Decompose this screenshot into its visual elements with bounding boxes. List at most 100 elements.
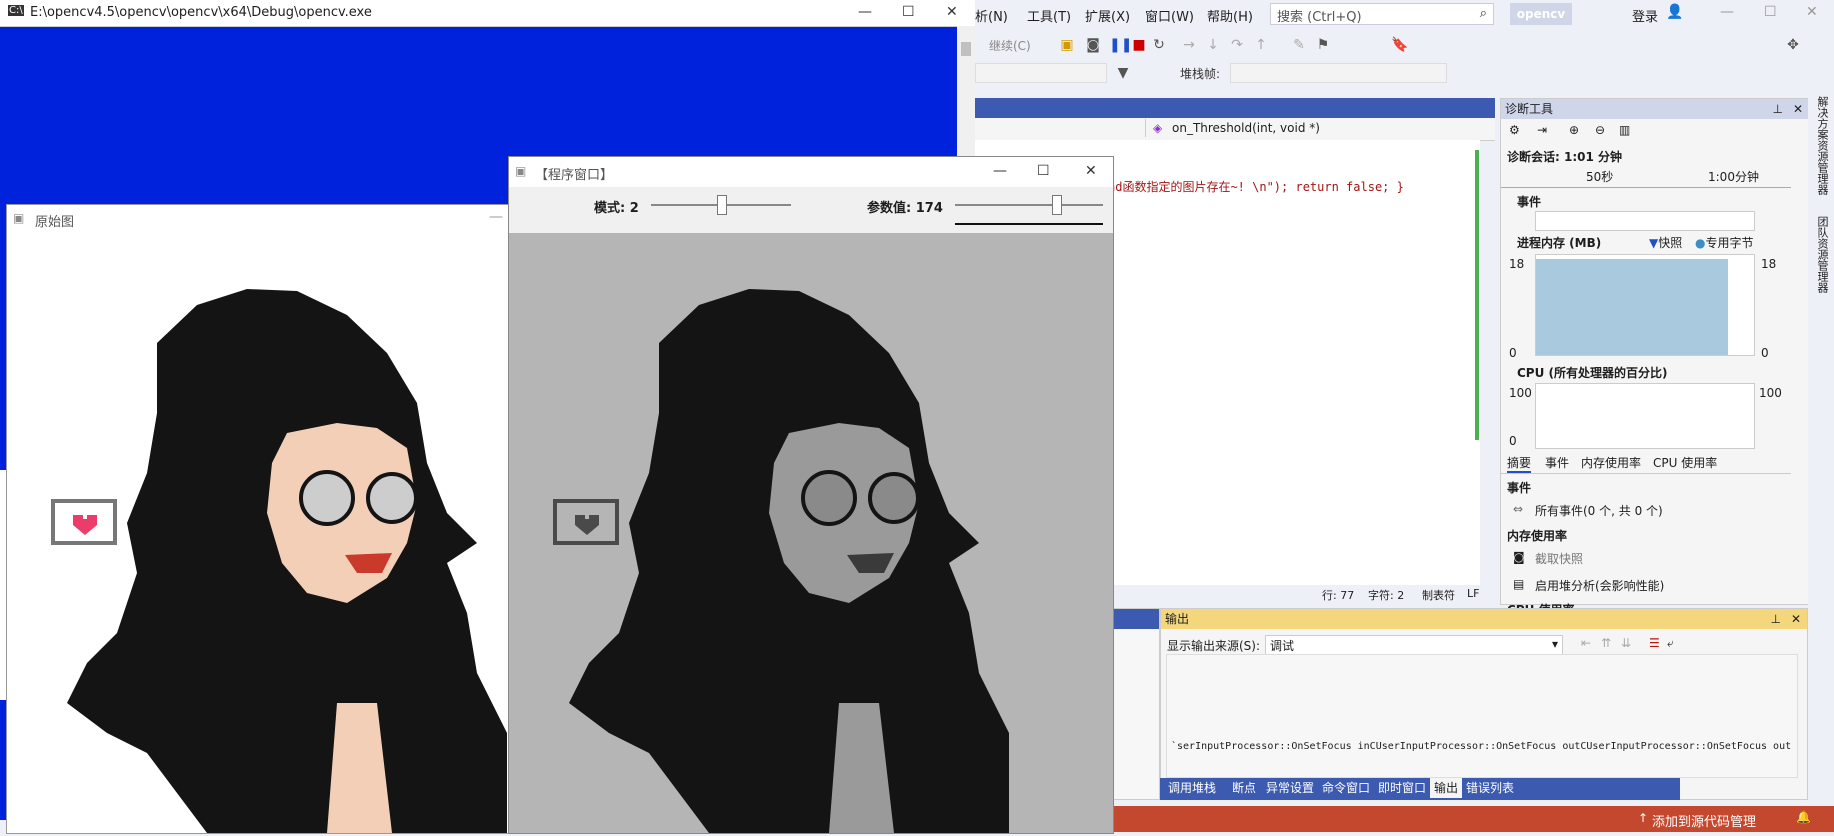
continue-button[interactable]: 继续(C) (989, 37, 1031, 54)
folder-icon[interactable]: ▣ (1059, 37, 1075, 53)
minimize-icon[interactable]: — (1720, 4, 1734, 20)
chart-icon[interactable]: ▥ (1619, 123, 1630, 137)
close-icon[interactable]: ✕ (1793, 99, 1803, 119)
search-placeholder: 搜索 (Ctrl+Q) (1277, 10, 1362, 25)
vs-search-input[interactable]: 搜索 (Ctrl+Q) ⌕ (1270, 3, 1494, 25)
editor-tab-strip (975, 98, 1495, 118)
heap-analysis-button[interactable]: 启用堆分析(会影响性能) (1535, 577, 1664, 594)
login-link[interactable]: 登录 (1632, 6, 1658, 25)
bottom-tabs: 调用堆栈 断点 异常设置 命令窗口 即时窗口 输出 错误列表 (1160, 778, 1680, 800)
pin-icon[interactable]: ✥ (1785, 37, 1801, 53)
all-events-link[interactable]: 所有事件(0 个, 共 0 个) (1535, 502, 1663, 519)
bell-icon[interactable]: 🔔 (1796, 810, 1811, 824)
original-title: 原始图 (35, 215, 75, 230)
tab-error-list[interactable]: 错误列表 (1462, 778, 1518, 798)
tab-immediate-window[interactable]: 即时窗口 (1374, 778, 1430, 798)
vs-location-toolbar: ▼ 堆栈帧: (975, 60, 1834, 86)
output-source-value: 调试 (1270, 639, 1295, 653)
tab-command-window[interactable]: 命令窗口 (1318, 778, 1374, 798)
mode-slider-thumb[interactable] (717, 195, 727, 215)
output-header: 输出 ✕ ⊥ (1161, 609, 1807, 629)
restart-icon[interactable]: ↻ (1151, 37, 1167, 53)
diag-timeline[interactable]: 50秒 1:00分钟 (1501, 165, 1791, 188)
zoom-out-icon[interactable]: ⊖ (1595, 123, 1605, 137)
output-prev-icon[interactable]: ⇈ (1601, 636, 1611, 650)
step-arrow-icon[interactable]: → (1181, 37, 1197, 53)
scrollbar-thumb[interactable] (961, 42, 971, 56)
output-source-dropdown[interactable]: 调试 ▾ (1265, 635, 1563, 655)
filter-icon[interactable]: ▼ (1115, 65, 1131, 81)
vs-debug-toolbar: 继续(C) ▣ ◙ ❚❚ ■ ↻ → ↓ ↷ ↑ ✎ ⚑ 🔖 ✥ (975, 30, 1834, 60)
close-icon[interactable]: ✕ (1791, 609, 1801, 629)
menu-tools[interactable]: 工具(T) (1027, 6, 1071, 25)
tab-mode[interactable]: 制表符 (1422, 587, 1455, 603)
menu-analyze[interactable]: 析(N) (975, 6, 1008, 25)
stop-icon[interactable]: ■ (1131, 37, 1147, 53)
output-source-label: 显示输出来源(S): (1167, 639, 1261, 653)
tab-breakpoints[interactable]: 断点 (1228, 778, 1260, 798)
pin-icon[interactable]: ⊥ (1773, 99, 1783, 119)
export-icon[interactable]: ⇥ (1537, 123, 1547, 137)
source-control-button[interactable]: 添加到源代码管理 (1652, 811, 1756, 830)
output-next-icon[interactable]: ⇊ (1621, 636, 1631, 650)
param-track-underline (955, 223, 1103, 225)
side-tab-strip: 解决方案资源管理器 团队资源管理器 (1808, 86, 1834, 832)
thread-icon[interactable]: ⚑ (1315, 37, 1331, 53)
close-icon[interactable]: ✕ (1085, 163, 1097, 179)
maximize-icon[interactable]: ☐ (902, 4, 915, 20)
pin-icon[interactable]: ⊥ (1771, 609, 1781, 629)
process-dropdown[interactable] (975, 63, 1107, 83)
stack-frame-label: 堆栈帧: (1180, 67, 1221, 81)
console-titlebar: C:\ E:\opencv4.5\opencv\opencv\x64\Debug… (0, 0, 975, 27)
maximize-icon[interactable]: ☐ (1764, 4, 1777, 20)
user-icon[interactable]: 👤 (1666, 4, 1683, 20)
menu-window[interactable]: 窗口(W) (1145, 6, 1194, 25)
memory-min-left: 0 (1509, 346, 1517, 360)
zoom-in-icon[interactable]: ⊕ (1569, 123, 1579, 137)
maximize-icon[interactable]: ☐ (1037, 163, 1050, 179)
clear-all-icon[interactable]: ☰ (1649, 636, 1660, 650)
tab-call-stack[interactable]: 调用堆栈 (1164, 778, 1220, 798)
tab-cpu[interactable]: CPU 使用率 (1653, 454, 1717, 471)
take-snapshot-button[interactable]: 截取快照 (1535, 550, 1583, 567)
trackbar-panel: 模式: 2 参数值: 174 (509, 187, 1113, 233)
tab-summary[interactable]: 摘要 (1507, 454, 1532, 473)
memory-max-right: 18 (1761, 257, 1777, 271)
step-over-icon[interactable]: ↷ (1229, 37, 1245, 53)
minimize-icon[interactable]: — (993, 163, 1007, 179)
tab-memory[interactable]: 内存使用率 (1581, 454, 1641, 471)
tab-events[interactable]: 事件 (1545, 454, 1569, 471)
param-slider-thumb[interactable] (1051, 195, 1062, 215)
menu-help[interactable]: 帮助(H) (1207, 6, 1253, 25)
close-icon[interactable]: ✕ (1806, 4, 1818, 20)
output-text[interactable]: `serInputProcessor::OnSetFocus inCUserIn… (1166, 654, 1798, 778)
stack-frame-dropdown[interactable] (1230, 63, 1447, 83)
line-ending[interactable]: LF (1467, 587, 1479, 600)
hex-icon[interactable]: ✎ (1291, 37, 1307, 53)
memory-graph (1535, 254, 1755, 356)
param-track[interactable] (955, 204, 1103, 206)
scope-dropdown[interactable] (975, 119, 1146, 137)
step-into-icon[interactable]: ↓ (1205, 37, 1221, 53)
word-wrap-icon[interactable]: ⤶ (1667, 636, 1674, 651)
vs-status-bar: ↑ 添加到源代码管理 🔔 (1110, 806, 1834, 832)
tab-output[interactable]: 输出 (1430, 778, 1463, 798)
function-dropdown[interactable]: on_Threshold(int, void *) (1172, 121, 1320, 135)
minimize-icon[interactable]: — (489, 209, 503, 225)
camera-icon[interactable]: ◙ (1085, 37, 1101, 53)
pause-icon[interactable]: ❚❚ (1109, 37, 1132, 53)
minimize-icon[interactable]: — (858, 4, 872, 20)
solution-explorer-tab[interactable]: 解决方案资源管理器 (1814, 96, 1830, 195)
team-explorer-tab[interactable]: 团队资源管理器 (1814, 216, 1830, 293)
bookmark-icon[interactable]: 🔖 (1391, 37, 1408, 53)
mode-label: 模式: 2 (594, 201, 639, 216)
output-nav-icon[interactable]: ⇤ (1581, 636, 1591, 650)
method-icon: ◈ (1153, 121, 1163, 135)
cpu-max-left: 100 (1509, 386, 1532, 400)
gear-icon[interactable]: ⚙ (1509, 123, 1520, 137)
close-icon[interactable]: ✕ (946, 4, 958, 20)
camera-icon: ◙ (1513, 550, 1525, 564)
tab-exception-settings[interactable]: 异常设置 (1262, 778, 1318, 798)
step-out-icon[interactable]: ↑ (1253, 37, 1269, 53)
menu-extensions[interactable]: 扩展(X) (1085, 6, 1130, 25)
